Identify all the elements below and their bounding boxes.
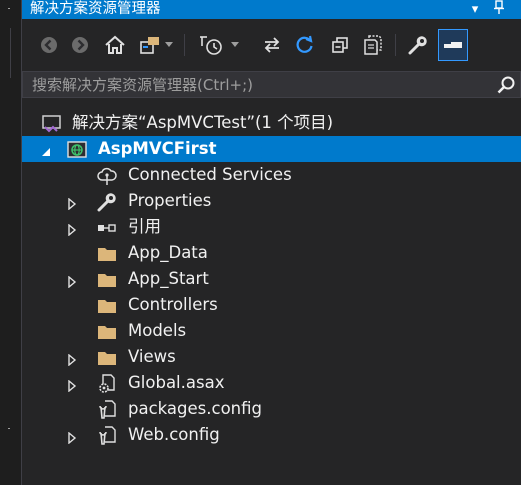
search-input[interactable] [23,72,493,97]
tree-item-label: App_Data [128,243,208,262]
pending-changes-filter-icon [200,36,222,55]
folder-icon [97,244,116,262]
expand-arrow-icon[interactable] [66,273,78,289]
tree-item-label: packages.config [128,399,262,418]
auto-hide-pin-button[interactable] [488,0,510,19]
refresh-icon [296,35,313,53]
web-project-icon [67,140,87,158]
forward-icon [72,37,88,53]
global-asax-icon [97,374,115,393]
tree-item-label: Controllers [128,295,218,314]
project-node[interactable]: AspMVCFirst [22,136,521,162]
expand-arrow-icon[interactable] [66,221,78,237]
sync-with-active-document-icon [264,37,280,53]
folder-icon [97,296,116,314]
tree-item-models[interactable]: Models [22,318,521,344]
config-file-icon [97,426,116,445]
solution-explorer-panel: 解决方案资源管理器 ▾ 搜索解决方案资源管理器(Ctrl+;) 解决方案“Asp… [22,0,521,485]
expand-arrow-icon[interactable] [66,351,78,367]
edge-mark [8,428,10,429]
editor-edge-strip [0,0,22,485]
folder-icon [97,322,116,340]
show-all-files-icon [364,35,382,55]
search-button[interactable] [496,75,516,95]
tree-item-app-data[interactable]: App_Data [22,240,521,266]
edge-divider [10,28,11,78]
edge-mark [8,8,10,9]
refresh-button[interactable] [292,28,318,62]
collapse-all-icon [332,37,348,53]
tree-item-label: 引用 [128,217,161,236]
tree-item-label: Models [128,321,187,340]
collapse-arrow-icon[interactable] [40,143,52,156]
tree-item-label: Global.asax [128,373,225,392]
solution-label: 解决方案“AspMVCTest”(1 个项目) [72,113,334,132]
expand-arrow-icon[interactable] [66,429,78,445]
forward-button[interactable] [67,28,93,62]
search-box[interactable] [22,71,521,98]
solution-explorer-toolbar [22,28,521,62]
back-icon [41,37,57,53]
tree-item-label: Web.config [128,425,220,444]
tree-item-properties[interactable]: Properties [22,188,521,214]
home-icon [105,35,125,54]
collapse-all-button[interactable] [327,28,353,62]
pending-changes-filter-button[interactable] [196,28,230,62]
properties-button[interactable] [405,28,431,62]
solution-icon [42,114,61,133]
references-icon [97,218,116,236]
tree-item-global-asax[interactable]: Global.asax [22,370,521,396]
project-label: AspMVCFirst [98,139,217,158]
expand-arrow-icon[interactable] [66,377,78,393]
panel-title: 解决方案资源管理器 [30,1,161,17]
toolbar-separator [184,34,185,56]
folder-icon [97,270,116,288]
tree-item-label: Connected Services [128,165,292,184]
search-icon [497,76,515,94]
switch-views-icon [140,37,159,54]
tree-item-app-start[interactable]: App_Start [22,266,521,292]
back-button[interactable] [36,28,62,62]
tree-item-connected-services[interactable]: Connected Services [22,162,521,188]
switch-views-button[interactable] [137,28,163,62]
switch-views-dropdown[interactable] [162,28,176,62]
connected-services-icon [97,166,117,185]
folder-icon [97,348,116,366]
tree-item-label: App_Start [128,269,209,288]
tree-item-references[interactable]: 引用 [22,214,521,240]
tree-item-packages-config[interactable]: packages.config [22,396,521,422]
tree-item-label: Views [128,347,176,366]
wrench-icon [97,192,116,212]
tree-item-label: Properties [128,191,212,210]
panel-title-bar: 解决方案资源管理器 ▾ [22,0,521,19]
expand-arrow-icon[interactable] [66,195,78,211]
preview-selected-items-button[interactable] [438,29,468,61]
home-button[interactable] [102,28,128,62]
toolbar-separator [395,34,396,56]
dropdown-icon [231,42,239,47]
properties-wrench-icon [408,36,427,55]
preview-selected-items-icon [444,42,462,48]
dropdown-icon [165,42,173,47]
config-file-icon [97,400,116,419]
tree-item-controllers[interactable]: Controllers [22,292,521,318]
show-all-files-button[interactable] [360,28,386,62]
pending-changes-dropdown[interactable] [228,28,242,62]
sync-with-active-document-button[interactable] [259,28,285,62]
tree-item-web-config[interactable]: Web.config [22,422,521,448]
window-position-dropdown-button[interactable]: ▾ [464,0,486,19]
solution-node[interactable]: 解决方案“AspMVCTest”(1 个项目) [22,110,521,136]
pin-icon [494,0,504,14]
tree-item-views[interactable]: Views [22,344,521,370]
